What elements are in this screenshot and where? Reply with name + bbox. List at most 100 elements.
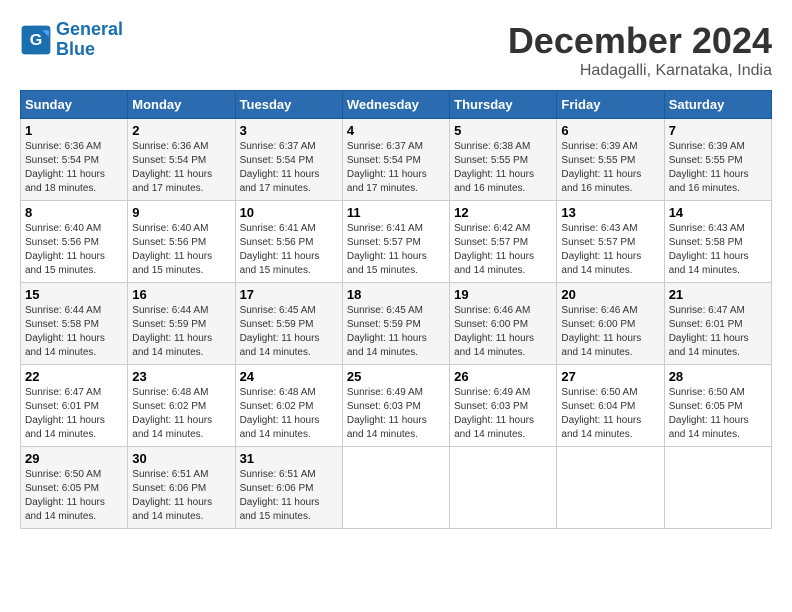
cell-content: Sunrise: 6:38 AMSunset: 5:55 PMDaylight:… xyxy=(454,140,552,196)
day-number: 8 xyxy=(25,205,123,220)
cell-content: Sunrise: 6:40 AMSunset: 5:56 PMDaylight:… xyxy=(132,222,230,278)
calendar-table: Sunday Monday Tuesday Wednesday Thursday… xyxy=(20,90,772,529)
day-number: 16 xyxy=(132,287,230,302)
day-number: 30 xyxy=(132,451,230,466)
logo: G General Blue xyxy=(20,20,123,60)
table-row: 1 Sunrise: 6:36 AMSunset: 5:54 PMDaylight… xyxy=(21,119,128,201)
cell-content: Sunrise: 6:47 AMSunset: 6:01 PMDaylight:… xyxy=(25,386,123,442)
cell-content: Sunrise: 6:41 AMSunset: 5:56 PMDaylight:… xyxy=(240,222,338,278)
calendar-week-row: 29 Sunrise: 6:50 AMSunset: 6:05 PMDayligh… xyxy=(21,447,772,529)
table-row: 21 Sunrise: 6:47 AMSunset: 6:01 PMDayligh… xyxy=(664,283,771,365)
cell-content: Sunrise: 6:36 AMSunset: 5:54 PMDaylight:… xyxy=(132,140,230,196)
cell-content: Sunrise: 6:48 AMSunset: 6:02 PMDaylight:… xyxy=(240,386,338,442)
table-row: 7 Sunrise: 6:39 AMSunset: 5:55 PMDaylight… xyxy=(664,119,771,201)
day-number: 22 xyxy=(25,369,123,384)
table-row: 17 Sunrise: 6:45 AMSunset: 5:59 PMDayligh… xyxy=(235,283,342,365)
cell-content: Sunrise: 6:41 AMSunset: 5:57 PMDaylight:… xyxy=(347,222,445,278)
location: Hadagalli, Karnataka, India xyxy=(508,62,772,80)
table-row: 6Sunrise: 6:39 AMSunset: 5:55 PMDaylight… xyxy=(557,119,664,201)
cell-content: Sunrise: 6:51 AMSunset: 6:06 PMDaylight:… xyxy=(132,468,230,524)
calendar-week-row: 22 Sunrise: 6:47 AMSunset: 6:01 PMDayligh… xyxy=(21,365,772,447)
cell-content: Sunrise: 6:45 AMSunset: 5:59 PMDaylight:… xyxy=(240,304,338,360)
cell-content: Sunrise: 6:50 AMSunset: 6:05 PMDaylight:… xyxy=(25,468,123,524)
table-row: 30 Sunrise: 6:51 AMSunset: 6:06 PMDayligh… xyxy=(128,447,235,529)
cell-content: Sunrise: 6:43 AMSunset: 5:58 PMDaylight:… xyxy=(669,222,767,278)
table-row: 4 Sunrise: 6:37 AMSunset: 5:54 PMDaylight… xyxy=(342,119,449,201)
day-number: 23 xyxy=(132,369,230,384)
day-number: 10 xyxy=(240,205,338,220)
day-number: 18 xyxy=(347,287,445,302)
table-row: 18 Sunrise: 6:45 AMSunset: 5:59 PMDayligh… xyxy=(342,283,449,365)
header-thursday: Thursday xyxy=(450,91,557,119)
cell-content: Sunrise: 6:42 AMSunset: 5:57 PMDaylight:… xyxy=(454,222,552,278)
table-row xyxy=(557,447,664,529)
day-number: 5 xyxy=(454,123,552,138)
day-number: 13 xyxy=(561,205,659,220)
day-number: 1 xyxy=(25,123,123,138)
cell-content: Sunrise: 6:45 AMSunset: 5:59 PMDaylight:… xyxy=(347,304,445,360)
table-row: 14Sunrise: 6:43 AMSunset: 5:58 PMDayligh… xyxy=(664,201,771,283)
cell-content: Sunrise: 6:48 AMSunset: 6:02 PMDaylight:… xyxy=(132,386,230,442)
day-number: 29 xyxy=(25,451,123,466)
calendar-week-row: 1 Sunrise: 6:36 AMSunset: 5:54 PMDaylight… xyxy=(21,119,772,201)
cell-content: Sunrise: 6:47 AMSunset: 6:01 PMDaylight:… xyxy=(669,304,767,360)
day-number: 20 xyxy=(561,287,659,302)
table-row: 19 Sunrise: 6:46 AMSunset: 6:00 PMDayligh… xyxy=(450,283,557,365)
day-number: 25 xyxy=(347,369,445,384)
cell-content: Sunrise: 6:49 AMSunset: 6:03 PMDaylight:… xyxy=(347,386,445,442)
day-number: 21 xyxy=(669,287,767,302)
day-number: 31 xyxy=(240,451,338,466)
table-row xyxy=(664,447,771,529)
cell-content: Sunrise: 6:46 AMSunset: 6:00 PMDaylight:… xyxy=(454,304,552,360)
table-row: 3 Sunrise: 6:37 AMSunset: 5:54 PMDaylight… xyxy=(235,119,342,201)
logo-general: General xyxy=(56,19,123,39)
table-row: 20 Sunrise: 6:46 AMSunset: 6:00 PMDayligh… xyxy=(557,283,664,365)
cell-content: Sunrise: 6:37 AMSunset: 5:54 PMDaylight:… xyxy=(240,140,338,196)
day-number: 19 xyxy=(454,287,552,302)
day-number: 4 xyxy=(347,123,445,138)
table-row xyxy=(342,447,449,529)
cell-content: Sunrise: 6:46 AMSunset: 6:00 PMDaylight:… xyxy=(561,304,659,360)
day-number: 17 xyxy=(240,287,338,302)
cell-content: Sunrise: 6:43 AMSunset: 5:57 PMDaylight:… xyxy=(561,222,659,278)
table-row: 31 Sunrise: 6:51 AMSunset: 6:06 PMDayligh… xyxy=(235,447,342,529)
table-row: 11 Sunrise: 6:41 AMSunset: 5:57 PMDayligh… xyxy=(342,201,449,283)
header-sunday: Sunday xyxy=(21,91,128,119)
table-row: 10 Sunrise: 6:41 AMSunset: 5:56 PMDayligh… xyxy=(235,201,342,283)
day-number: 12 xyxy=(454,205,552,220)
cell-content: Sunrise: 6:40 AMSunset: 5:56 PMDaylight:… xyxy=(25,222,123,278)
calendar-week-row: 8 Sunrise: 6:40 AMSunset: 5:56 PMDaylight… xyxy=(21,201,772,283)
header-tuesday: Tuesday xyxy=(235,91,342,119)
table-row: 27Sunrise: 6:50 AMSunset: 6:04 PMDayligh… xyxy=(557,365,664,447)
day-number: 11 xyxy=(347,205,445,220)
cell-content: Sunrise: 6:50 AMSunset: 6:05 PMDaylight:… xyxy=(669,386,767,442)
table-row: 15Sunrise: 6:44 AMSunset: 5:58 PMDayligh… xyxy=(21,283,128,365)
day-number: 26 xyxy=(454,369,552,384)
cell-content: Sunrise: 6:39 AMSunset: 5:55 PMDaylight:… xyxy=(669,140,767,196)
day-number: 7 xyxy=(669,123,767,138)
day-number: 2 xyxy=(132,123,230,138)
page-header: G General Blue December 2024 Hadagalli, … xyxy=(20,20,772,80)
table-row: 12 Sunrise: 6:42 AMSunset: 5:57 PMDayligh… xyxy=(450,201,557,283)
cell-content: Sunrise: 6:37 AMSunset: 5:54 PMDaylight:… xyxy=(347,140,445,196)
cell-content: Sunrise: 6:49 AMSunset: 6:03 PMDaylight:… xyxy=(454,386,552,442)
svg-text:G: G xyxy=(30,32,42,49)
day-number: 3 xyxy=(240,123,338,138)
table-row: 8 Sunrise: 6:40 AMSunset: 5:56 PMDaylight… xyxy=(21,201,128,283)
cell-content: Sunrise: 6:44 AMSunset: 5:59 PMDaylight:… xyxy=(132,304,230,360)
logo-text: General Blue xyxy=(56,20,123,60)
day-number: 9 xyxy=(132,205,230,220)
table-row: 2 Sunrise: 6:36 AMSunset: 5:54 PMDaylight… xyxy=(128,119,235,201)
header-monday: Monday xyxy=(128,91,235,119)
table-row: 23 Sunrise: 6:48 AMSunset: 6:02 PMDayligh… xyxy=(128,365,235,447)
cell-content: Sunrise: 6:36 AMSunset: 5:54 PMDaylight:… xyxy=(25,140,123,196)
month-title: December 2024 xyxy=(508,20,772,62)
calendar-week-row: 15Sunrise: 6:44 AMSunset: 5:58 PMDayligh… xyxy=(21,283,772,365)
table-row: 5 Sunrise: 6:38 AMSunset: 5:55 PMDaylight… xyxy=(450,119,557,201)
cell-content: Sunrise: 6:50 AMSunset: 6:04 PMDaylight:… xyxy=(561,386,659,442)
table-row: 13 Sunrise: 6:43 AMSunset: 5:57 PMDayligh… xyxy=(557,201,664,283)
title-block: December 2024 Hadagalli, Karnataka, Indi… xyxy=(508,20,772,80)
cell-content: Sunrise: 6:51 AMSunset: 6:06 PMDaylight:… xyxy=(240,468,338,524)
table-row: 16 Sunrise: 6:44 AMSunset: 5:59 PMDayligh… xyxy=(128,283,235,365)
table-row: 26 Sunrise: 6:49 AMSunset: 6:03 PMDayligh… xyxy=(450,365,557,447)
